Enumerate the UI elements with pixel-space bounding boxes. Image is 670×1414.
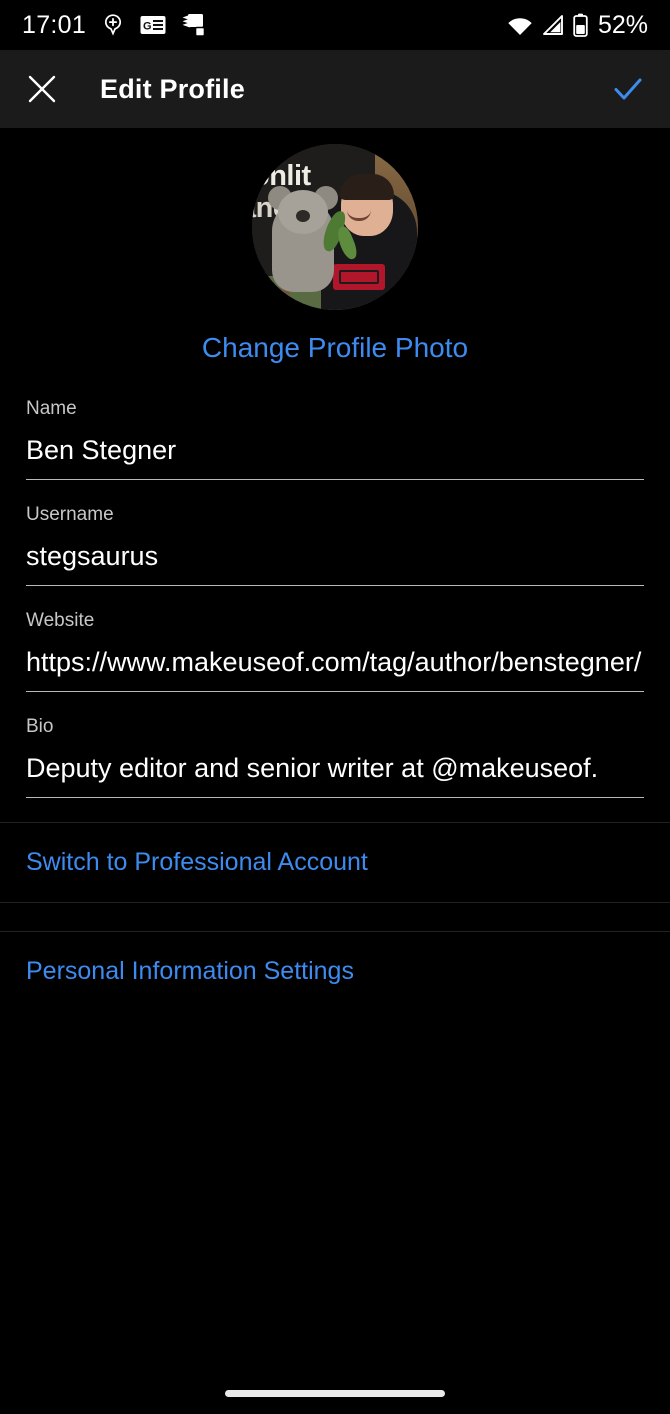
avatar-koala-nose [296, 210, 310, 222]
status-bar-left: 17:01 G [22, 11, 207, 40]
field-username-input[interactable]: stegsaurus [26, 541, 644, 586]
avatar-person-hair [340, 174, 394, 200]
field-website-input[interactable]: https://www.makeuseof.com/tag/author/ben… [26, 647, 644, 692]
field-username-value: stegsaurus [26, 541, 159, 571]
field-website-value: https://www.makeuseof.com/tag/author/ben… [26, 647, 642, 677]
field-username: Username stegsaurus [0, 504, 670, 586]
svg-text:G: G [143, 21, 152, 33]
field-name-input[interactable]: Ben Stegner [26, 435, 644, 480]
check-icon[interactable] [608, 69, 648, 109]
field-website: Website https://www.makeuseof.com/tag/au… [0, 610, 670, 692]
switch-to-professional-account-link[interactable]: Switch to Professional Account [0, 823, 670, 902]
close-icon[interactable] [22, 69, 62, 109]
field-website-label: Website [26, 610, 95, 631]
battery-percent-label: 52% [597, 10, 648, 39]
home-gesture-bar[interactable] [225, 1390, 445, 1397]
status-bar-clock: 17:01 [22, 10, 87, 39]
avatar[interactable]: onlit anctuary [252, 144, 418, 310]
google-news-icon: G [140, 15, 166, 35]
field-username-label: Username [26, 504, 114, 525]
avatar-container: onlit anctuary [0, 144, 670, 310]
field-name: Name Ben Stegner [0, 398, 670, 480]
status-bar: 17:01 G 52% [0, 0, 670, 50]
field-name-label: Name [26, 398, 77, 419]
field-bio-value: Deputy editor and senior writer at @make… [26, 753, 599, 783]
app-bar: Edit Profile [0, 50, 670, 128]
field-bio-input[interactable]: Deputy editor and senior writer at @make… [26, 753, 644, 798]
page-title: Edit Profile [100, 73, 245, 104]
profile-form: Name Ben Stegner Username stegsaurus Web… [0, 398, 670, 798]
personal-information-settings-link[interactable]: Personal Information Settings [0, 932, 670, 1011]
field-name-value: Ben Stegner [26, 435, 177, 465]
screenshot-layers-icon [181, 13, 207, 37]
field-bio: Bio Deputy editor and senior writer at @… [0, 716, 670, 798]
status-bar-right: 52% [507, 11, 648, 40]
change-profile-photo-button[interactable]: Change Profile Photo [0, 332, 670, 364]
field-bio-label: Bio [26, 716, 54, 737]
location-pin-add-icon [101, 13, 125, 37]
avatar-shirt-logo [333, 264, 385, 290]
cellular-signal-icon [541, 14, 565, 36]
wifi-icon [507, 14, 533, 36]
battery-icon [573, 13, 588, 37]
edit-profile-screen: 17:01 G 52% Edit Profile onlit Change Pr… [0, 0, 670, 1414]
